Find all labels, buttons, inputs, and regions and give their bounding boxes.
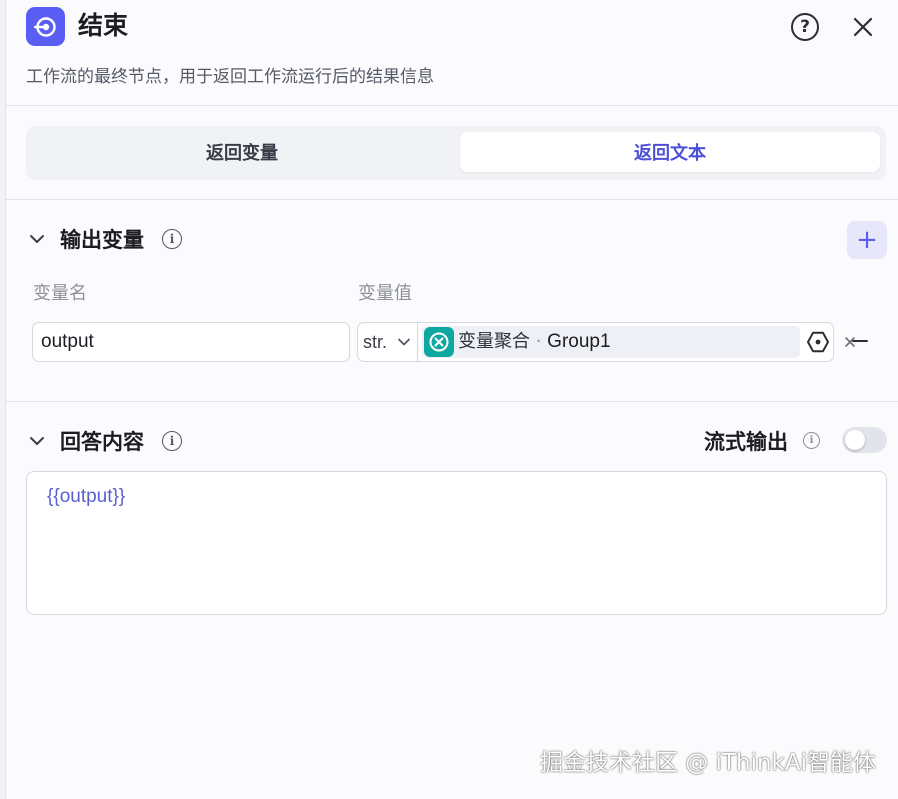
section-divider bbox=[6, 401, 898, 402]
output-section-title: 输出变量 bbox=[60, 228, 144, 252]
reference-node-name: 变量聚合 bbox=[458, 331, 530, 352]
column-label-value: 变量值 bbox=[358, 283, 412, 304]
close-icon bbox=[853, 17, 873, 37]
help-button[interactable]: ? bbox=[791, 13, 819, 41]
end-node-icon bbox=[26, 7, 65, 46]
info-icon[interactable]: i bbox=[803, 432, 820, 449]
info-icon[interactable]: i bbox=[162, 431, 182, 451]
node-title[interactable]: 结束 bbox=[78, 10, 128, 42]
answer-content-editor[interactable]: {{output}} bbox=[26, 471, 887, 615]
node-description: 工作流的最终节点，用于返回工作流运行后的结果信息 bbox=[26, 67, 434, 87]
variable-aggregator-icon bbox=[424, 327, 454, 357]
stream-output-label: 流式输出 bbox=[704, 430, 788, 454]
type-select[interactable]: str. bbox=[358, 323, 418, 361]
answer-content-text: {{output}} bbox=[47, 486, 126, 507]
section-divider bbox=[6, 199, 898, 200]
close-button[interactable] bbox=[849, 13, 877, 41]
variable-reference-chip[interactable]: 变量聚合 · Group1 bbox=[422, 326, 855, 358]
answer-section-title: 回答内容 bbox=[60, 430, 144, 454]
reference-label: 变量聚合 · Group1 bbox=[458, 331, 611, 353]
info-glyph: i bbox=[809, 435, 814, 446]
info-glyph: i bbox=[169, 232, 175, 246]
variable-value-field: str. 变量聚合 · Group1 bbox=[357, 322, 855, 362]
variable-name-input[interactable] bbox=[32, 322, 350, 362]
panel-header: 结束 ? 工作流的最终节点，用于返回工作流运行后的结果信息 bbox=[6, 0, 898, 106]
add-variable-button[interactable]: + bbox=[847, 221, 887, 259]
chevron-down-icon[interactable] bbox=[28, 230, 46, 248]
return-mode-tabs: 返回变量 返回文本 bbox=[26, 126, 886, 180]
tab-return-variables[interactable]: 返回变量 bbox=[32, 132, 452, 172]
reference-separator: · bbox=[530, 331, 548, 352]
stream-output-toggle[interactable] bbox=[842, 427, 887, 453]
reference-variable-name: Group1 bbox=[547, 331, 611, 352]
type-select-value: str. bbox=[363, 331, 388, 352]
remove-variable-button[interactable] bbox=[850, 331, 870, 351]
watermark: 掘金技术社区 @ iThinkAi智能体 bbox=[539, 750, 876, 776]
end-node-panel: 结束 ? 工作流的最终节点，用于返回工作流运行后的结果信息 返回变量 返回文本 … bbox=[6, 0, 898, 799]
info-icon[interactable]: i bbox=[162, 229, 182, 249]
variable-picker-icon[interactable] bbox=[806, 330, 830, 354]
chevron-down-icon bbox=[398, 338, 410, 346]
toggle-knob bbox=[845, 430, 865, 450]
chevron-down-icon[interactable] bbox=[28, 432, 46, 450]
question-icon: ? bbox=[800, 17, 810, 37]
plus-icon: + bbox=[856, 225, 878, 255]
column-label-name: 变量名 bbox=[33, 283, 87, 304]
info-glyph: i bbox=[169, 434, 175, 448]
tab-return-text[interactable]: 返回文本 bbox=[460, 132, 880, 172]
